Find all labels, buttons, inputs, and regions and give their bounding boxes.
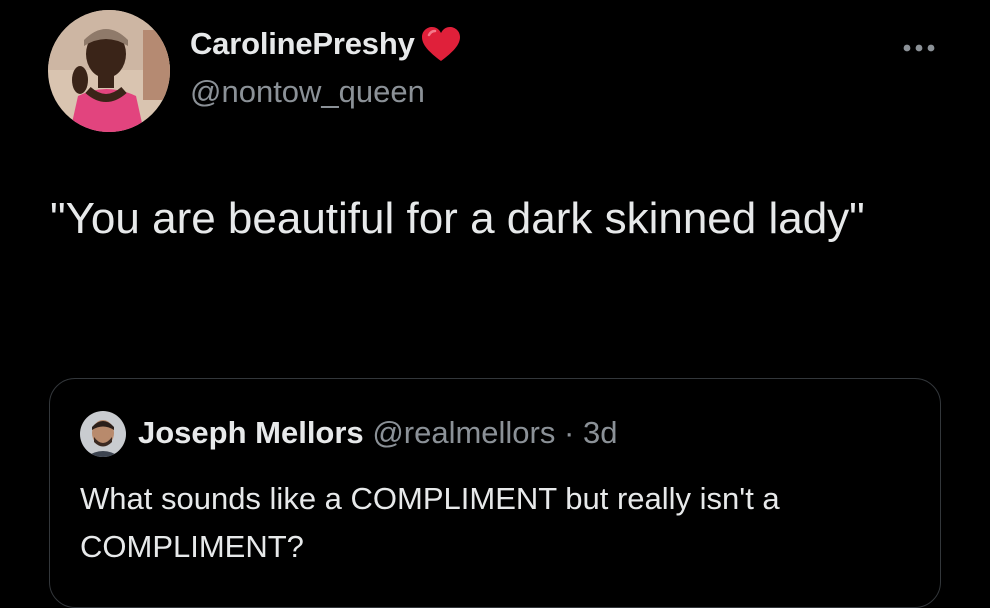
quoted-separator: ·	[564, 415, 575, 450]
quoted-author-display-name[interactable]: Joseph Mellors	[138, 415, 364, 450]
author-handle[interactable]: @nontow_queen	[190, 74, 425, 110]
quoted-author-avatar-image	[80, 411, 126, 457]
author-avatar-image	[48, 10, 170, 132]
more-options-button[interactable]	[896, 30, 942, 66]
author-name-row[interactable]: CarolinePreshy	[190, 24, 463, 64]
red-heart-icon	[419, 24, 463, 64]
author-display-name[interactable]: CarolinePreshy	[190, 26, 415, 62]
more-horizontal-icon	[903, 44, 935, 52]
quoted-author-header: Joseph Mellors @realmellors · 3d	[138, 415, 617, 451]
quoted-tweet-text: What sounds like a COMPLIMENT but really…	[80, 481, 780, 564]
quoted-timestamp[interactable]: 3d	[583, 415, 617, 450]
quoted-author-handle[interactable]: @realmellors	[372, 415, 555, 450]
tweet-text: "You are beautiful for a dark skinned la…	[50, 194, 865, 243]
quoted-author-avatar[interactable]	[80, 411, 126, 457]
author-avatar[interactable]	[48, 10, 170, 132]
quoted-tweet-card[interactable]: Joseph Mellors @realmellors · 3d What so…	[49, 378, 941, 608]
